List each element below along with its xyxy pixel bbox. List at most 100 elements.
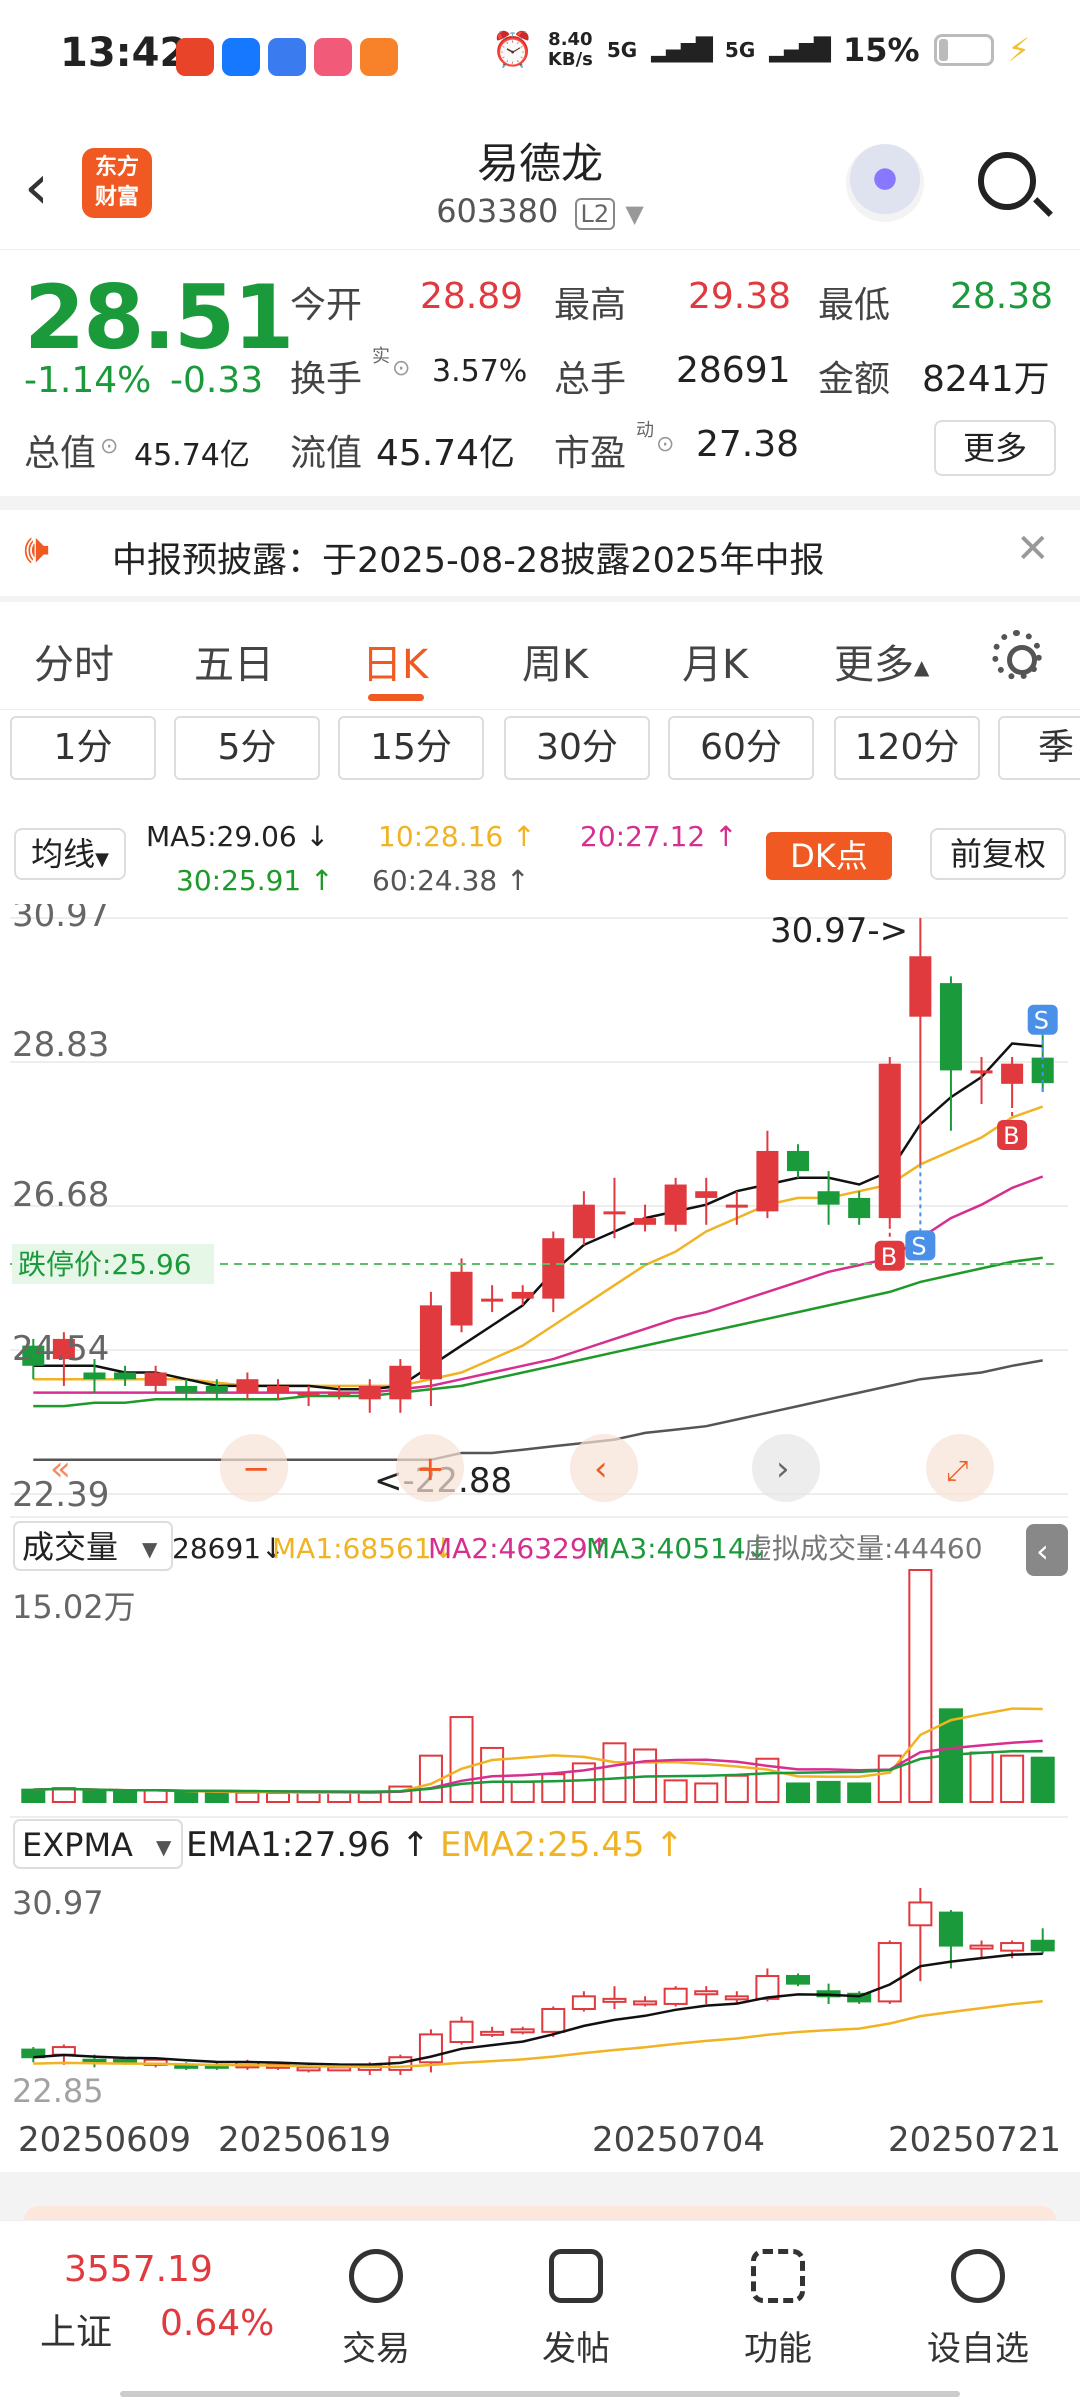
ma10-value: 10:28.16 ↑ xyxy=(378,820,536,853)
info-icon[interactable]: ⊙ xyxy=(392,356,410,381)
notice-bar[interactable]: 🕪 中报预披露：于2025-08-28披露2025年中报 ✕ xyxy=(0,510,1080,598)
rewind-icon[interactable]: « xyxy=(50,1449,71,1489)
ma20-value: 20:27.12 ↑ xyxy=(580,820,738,853)
chevron-right-icon: › xyxy=(776,1449,790,1489)
status-icons: ⏰ 8.40 KB/s 5G ▂▄▆█ 5G ▂▄▆█ 15% ⚡ xyxy=(491,30,1030,71)
candle-body xyxy=(848,1197,871,1219)
candle-body xyxy=(266,1385,290,1393)
plus-icon: + xyxy=(416,1449,445,1489)
clock: 13:42 xyxy=(60,30,188,76)
current-price: 28.51 xyxy=(24,266,294,369)
notice-text: 中报预披露：于2025-08-28披露2025年中报 xyxy=(112,541,825,581)
nav-add-watchlist[interactable]: 设自选 xyxy=(918,2249,1038,2370)
volume-bar xyxy=(357,1791,382,1804)
nav-post[interactable]: 发帖 xyxy=(516,2249,636,2370)
candle-body xyxy=(358,1385,381,1400)
dropdown-triangle-icon: ▼ xyxy=(156,1835,172,1859)
nav-trade[interactable]: 交易 xyxy=(316,2249,436,2370)
expma-candle-body xyxy=(480,2030,505,2036)
market-cap-value: 45.74亿 xyxy=(134,438,250,473)
ma-legend-row: 均线▼ MA5:29.06 ↓ 10:28.16 ↑ 20:27.12 ↑ 30… xyxy=(0,820,1080,900)
expma-candle-body xyxy=(449,2020,474,2043)
high-label: 最高 xyxy=(554,285,627,326)
index-value[interactable]: 3557.19 xyxy=(64,2249,213,2290)
volume-bar xyxy=(113,1790,138,1804)
float-cap-label: 流值 xyxy=(290,433,363,474)
indicator-selector[interactable]: 均线▼ xyxy=(14,828,126,880)
candle-body xyxy=(83,1372,106,1380)
more-quote-button[interactable]: 更多 xyxy=(934,420,1056,476)
expma-candle-body xyxy=(969,1944,994,1950)
expma-candle-body xyxy=(510,2028,535,2034)
alarm-icon: ⏰ xyxy=(491,30,534,70)
kline-chart[interactable]: 30.97 28.83 26.68 24.54 22.39 跌停价:25.96 … xyxy=(10,904,1068,2104)
tab-monthly-k[interactable]: 月K xyxy=(682,632,748,690)
tab-more[interactable]: 更多▲ xyxy=(834,632,929,690)
period-120min[interactable]: 120分 xyxy=(834,716,980,780)
pe-value: 27.38 xyxy=(696,424,800,465)
candle-body xyxy=(419,1305,442,1380)
expma-candle-body xyxy=(602,1997,627,2003)
index-change[interactable]: 0.64% xyxy=(160,2303,274,2344)
period-30min[interactable]: 30分 xyxy=(504,716,650,780)
period-selector: 1分 5分 15分 30分 60分 120分 季 xyxy=(0,716,1080,786)
divider xyxy=(10,1816,1068,1818)
ma60-value: 60:24.38 ↑ xyxy=(372,864,530,897)
tab-weekly-k[interactable]: 周K xyxy=(522,632,588,690)
candle-body xyxy=(205,1385,228,1393)
adjust-button[interactable]: 前复权 xyxy=(930,828,1066,880)
dk-point-button[interactable]: DK点 xyxy=(766,832,892,880)
info-icon[interactable]: ⊙ xyxy=(100,434,118,459)
assistant-robot-icon[interactable] xyxy=(846,144,924,222)
change-percent: -1.14% xyxy=(24,360,152,401)
ema1-value: EMA1:27.96 ↑ xyxy=(186,1825,430,1865)
period-5min[interactable]: 5分 xyxy=(174,716,320,780)
volume-bar xyxy=(908,1569,933,1803)
expma-candle-body xyxy=(1030,1939,1055,1952)
quote-panel: 28.51 -1.14% -0.33 总值 ⊙ 45.74亿 今开 28.89 … xyxy=(0,252,1080,497)
candle-body xyxy=(1031,1057,1054,1084)
tab-daily-k[interactable]: 日K xyxy=(362,632,428,690)
volume-bar xyxy=(449,1716,474,1804)
period-1min[interactable]: 1分 xyxy=(10,716,156,780)
signal-2: 5G xyxy=(724,38,756,62)
candle-body xyxy=(328,1392,351,1396)
volume-bar xyxy=(296,1791,321,1804)
expma-candle-body xyxy=(541,2008,566,2033)
search-icon[interactable] xyxy=(978,152,1036,210)
tab-five-day[interactable]: 五日 xyxy=(194,632,274,690)
candle-body xyxy=(909,956,932,1017)
expma-candle-body xyxy=(877,1942,902,2003)
close-icon[interactable]: ✕ xyxy=(1016,526,1050,572)
video-app-icon xyxy=(314,38,352,76)
battery-icon xyxy=(933,34,994,66)
expma-candle-body xyxy=(296,2066,321,2072)
net-unit: KB/s xyxy=(547,49,593,70)
period-quarter[interactable]: 季 xyxy=(998,716,1080,780)
tab-intraday[interactable]: 分时 xyxy=(34,632,114,690)
promo-banner-edge[interactable] xyxy=(24,2206,1056,2220)
speaker-icon: 🕪 xyxy=(24,526,50,572)
candle-body xyxy=(389,1365,412,1400)
candle-body xyxy=(450,1271,473,1326)
float-cap-value: 45.74亿 xyxy=(376,433,516,474)
info-icon[interactable]: ⊙ xyxy=(656,432,674,457)
dropdown-triangle-icon: ▼ xyxy=(142,1537,158,1561)
signal-bars-icon: ▂▄▆█ xyxy=(651,37,713,63)
volume-max-label: 15.02万 xyxy=(12,1588,136,1626)
gear-icon[interactable] xyxy=(992,630,1042,680)
candle-body xyxy=(297,1392,320,1396)
index-name[interactable]: 上证 xyxy=(40,2303,112,2355)
gesture-bar xyxy=(120,2391,960,2397)
period-60min[interactable]: 60分 xyxy=(668,716,814,780)
ma5-value: MA5:29.06 ↓ xyxy=(146,820,330,853)
expma-candle-body xyxy=(633,2000,658,2006)
battery-percent: 15% xyxy=(842,31,920,69)
expma-candle-body xyxy=(51,2046,76,2056)
volume-bar xyxy=(663,1779,688,1803)
x-axis: 20250609 20250619 20250704 20250721 xyxy=(0,2110,1080,2170)
period-15min[interactable]: 15分 xyxy=(338,716,484,780)
sell-marker-text: S xyxy=(1034,1007,1049,1035)
nav-functions[interactable]: 功能 xyxy=(718,2249,838,2370)
triangle-up-icon: ▲ xyxy=(914,655,930,679)
